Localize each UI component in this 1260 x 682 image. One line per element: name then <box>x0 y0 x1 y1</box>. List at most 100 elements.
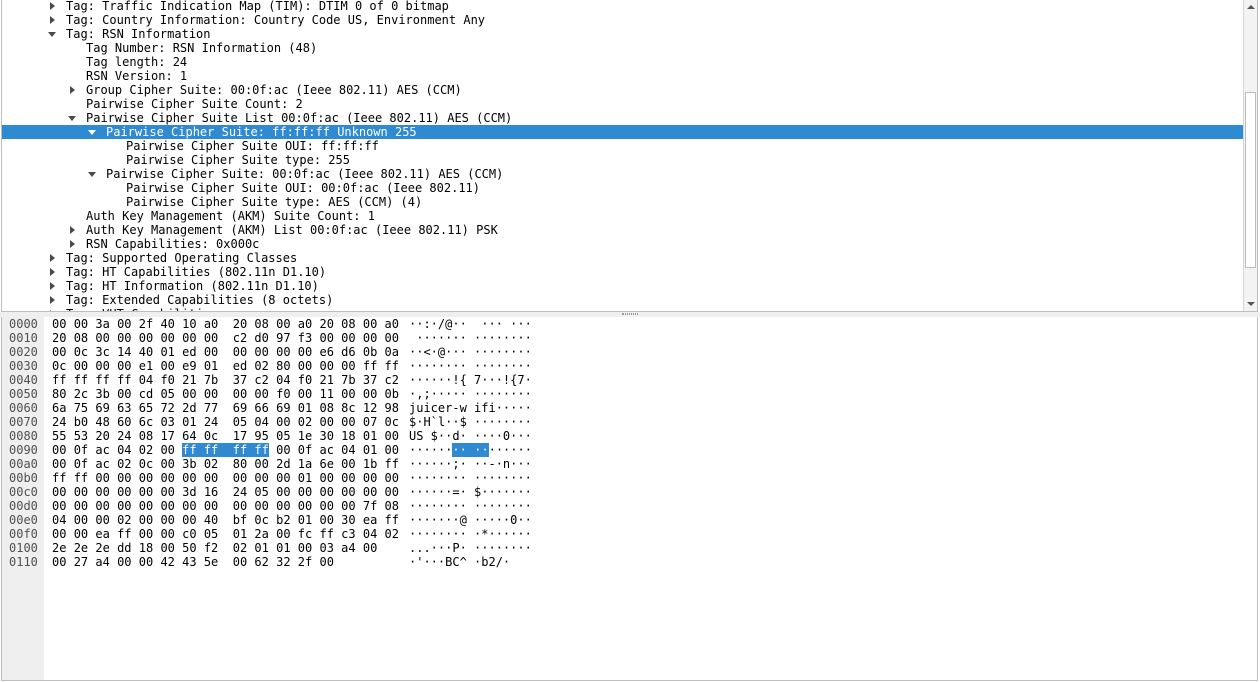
hex-ascii[interactable]: ········ ·*······ <box>409 527 532 541</box>
tree-row-label: Pairwise Cipher Suite: 00:0f:ac (Ieee 80… <box>106 167 504 181</box>
collapse-arrow-icon[interactable] <box>88 172 96 177</box>
hex-offset: 0040 <box>9 373 38 387</box>
expand-arrow-icon[interactable] <box>50 254 55 262</box>
hex-bytes[interactable]: ff ff ff ff 04 f0 21 7b 37 c2 04 f0 21 7… <box>52 373 399 387</box>
tree-row[interactable]: Pairwise Cipher Suite type: AES (CCM) (4… <box>2 195 1243 209</box>
tree-row-label: RSN Version: 1 <box>86 69 188 83</box>
hex-bytes[interactable]: 00 0c 3c 14 40 01 ed 00 00 00 00 00 e6 d… <box>52 345 399 359</box>
expand-arrow-icon[interactable] <box>70 226 75 234</box>
hex-bytes[interactable]: 04 00 00 02 00 00 00 40 bf 0c b2 01 00 3… <box>52 513 399 527</box>
expand-arrow-icon[interactable] <box>70 86 75 94</box>
tree-row[interactable]: Tag: Extended Capabilities (8 octets) <box>2 293 1243 307</box>
hex-ascii[interactable]: US $··d· ····0··· <box>409 429 532 443</box>
scrollbar-thumb[interactable] <box>1245 92 1256 268</box>
tree-row[interactable]: Pairwise Cipher Suite OUI: ff:ff:ff <box>2 139 1243 153</box>
hex-ascii[interactable]: juicer-w ifi····· <box>409 401 532 415</box>
hex-bytes[interactable]: 20 08 00 00 00 00 00 00 c2 d0 97 f3 00 0… <box>52 331 399 345</box>
hex-bytes[interactable]: 00 00 ea ff 00 00 c0 05 01 2a 00 fc ff c… <box>52 527 399 541</box>
tree-row[interactable]: Pairwise Cipher Suite List 00:0f:ac (Iee… <box>2 111 1243 125</box>
hex-ascii[interactable]: $·H`l··$ ········ <box>409 415 532 429</box>
hex-offset: 00c0 <box>9 485 38 499</box>
hex-ascii[interactable]: ·'···BC^ ·b2/· <box>409 555 510 569</box>
hex-bytes[interactable]: 2e 2e 2e dd 18 00 50 f2 02 01 01 00 03 a… <box>52 541 377 555</box>
tree-row-label: Tag: HT Information (802.11n D1.10) <box>66 279 319 293</box>
hex-offset: 0010 <box>9 331 38 345</box>
tree-row-label: Tag Number: RSN Information (48) <box>86 41 318 55</box>
expand-arrow-icon[interactable] <box>70 240 75 248</box>
tree-row[interactable]: Tag length: 24 <box>2 55 1243 69</box>
tree-row-label: Tag length: 24 <box>86 55 188 69</box>
tree-row[interactable]: Tag: Country Information: Country Code U… <box>2 13 1243 27</box>
hex-ascii[interactable]: ·,;····· ········ <box>409 387 532 401</box>
hex-bytes[interactable]: 24 b0 48 60 6c 03 01 24 05 04 00 02 00 0… <box>52 415 399 429</box>
tree-row[interactable]: Pairwise Cipher Suite Count: 2 <box>2 97 1243 111</box>
collapse-arrow-icon[interactable] <box>48 32 56 37</box>
hex-offset: 0080 <box>9 429 38 443</box>
collapse-arrow-icon[interactable] <box>68 116 76 121</box>
hex-ascii[interactable]: ······!{ 7···!{7· <box>409 373 532 387</box>
hex-bytes[interactable]: 00 00 3a 00 2f 40 10 a0 20 08 00 a0 20 0… <box>52 317 399 331</box>
tree-row[interactable]: Tag: HT Capabilities (802.11n D1.10) <box>2 265 1243 279</box>
splitter-grip-icon[interactable] <box>622 313 638 315</box>
hex-ascii[interactable]: ········ ········ <box>409 359 532 373</box>
tree-row-label: Pairwise Cipher Suite Count: 2 <box>86 97 303 111</box>
hex-offset: 00e0 <box>9 513 38 527</box>
expand-arrow-icon[interactable] <box>50 282 55 290</box>
tree-row-label: Tag: Country Information: Country Code U… <box>66 13 486 27</box>
tree-row[interactable]: RSN Version: 1 <box>2 69 1243 83</box>
tree-vertical-scrollbar[interactable] <box>1243 0 1257 311</box>
hex-bytes[interactable]: 0c 00 00 00 e1 00 e9 01 ed 02 80 00 00 0… <box>52 359 399 373</box>
tree-row[interactable]: Tag: Traffic Indication Map (TIM): DTIM … <box>2 0 1243 13</box>
hex-ascii[interactable]: ··:·/@·· ··· ··· <box>409 317 532 331</box>
hex-bytes[interactable]: 00 00 00 00 00 00 3d 16 24 05 00 00 00 0… <box>52 485 399 499</box>
tree-row[interactable]: Tag: RSN Information <box>2 27 1243 41</box>
tree-row[interactable]: Auth Key Management (AKM) Suite Count: 1 <box>2 209 1243 223</box>
tree-row[interactable]: Pairwise Cipher Suite type: 255 <box>2 153 1243 167</box>
tree-row[interactable]: Tag Number: RSN Information (48) <box>2 41 1243 55</box>
hex-offset: 0110 <box>9 555 38 569</box>
scroll-up-arrow-icon[interactable] <box>1244 0 1257 14</box>
expand-arrow-icon[interactable] <box>50 16 55 24</box>
hex-bytes[interactable]: ff ff 00 00 00 00 00 00 00 00 00 01 00 0… <box>52 471 399 485</box>
hex-bytes[interactable]: 80 2c 3b 00 cd 05 00 00 00 00 f0 00 11 0… <box>52 387 399 401</box>
tree-row[interactable]: RSN Capabilities: 0x000c <box>2 237 1243 251</box>
tree-row[interactable]: Group Cipher Suite: 00:0f:ac (Ieee 802.1… <box>2 83 1243 97</box>
hex-bytes[interactable]: 00 00 00 00 00 00 00 00 00 00 00 00 00 0… <box>52 499 399 513</box>
tree-row[interactable]: Tag: Supported Operating Classes <box>2 251 1243 265</box>
tree-row[interactable]: Pairwise Cipher Suite: 00:0f:ac (Ieee 80… <box>2 167 1243 181</box>
tree-row-label: Pairwise Cipher Suite OUI: 00:0f:ac (Iee… <box>126 181 481 195</box>
tree-row-label: Tag: RSN Information <box>66 27 211 41</box>
hex-ascii[interactable]: ······=· $······· <box>409 485 532 499</box>
hex-bytes[interactable]: 00 27 a4 00 00 42 43 5e 00 62 32 2f 00 <box>52 555 334 569</box>
tree-row-label: Tag: HT Capabilities (802.11n D1.10) <box>66 265 327 279</box>
packet-bytes-pane[interactable]: 0000 00 00 3a 00 2f 40 10 a0 20 08 00 a0 … <box>1 317 1258 681</box>
hex-offset: 0070 <box>9 415 38 429</box>
hex-ascii[interactable]: ··<·@··· ········ <box>409 345 532 359</box>
collapse-arrow-icon[interactable] <box>88 130 96 135</box>
expand-arrow-icon[interactable] <box>50 2 55 10</box>
hex-ascii[interactable]: ······· ········ <box>409 331 532 345</box>
scroll-down-arrow-icon[interactable] <box>1244 297 1257 311</box>
hex-offset: 0090 <box>9 443 38 457</box>
tree-row[interactable]: Pairwise Cipher Suite: ff:ff:ff Unknown … <box>2 125 1243 139</box>
hex-ascii[interactable]: ········ ········ <box>409 471 532 485</box>
tree-row[interactable]: Pairwise Cipher Suite OUI: 00:0f:ac (Iee… <box>2 181 1243 195</box>
tree-row-label: Tag: Supported Operating Classes <box>66 251 298 265</box>
tree-row-label: Auth Key Management (AKM) List 00:0f:ac … <box>86 223 498 237</box>
hex-offset: 00a0 <box>9 457 38 471</box>
hex-bytes[interactable]: 55 53 20 24 08 17 64 0c 17 95 05 1e 30 1… <box>52 429 399 443</box>
expand-arrow-icon[interactable] <box>50 268 55 276</box>
hex-ascii[interactable]: ········ ········ <box>409 499 532 513</box>
hex-ascii[interactable]: ······;· ··-·n··· <box>409 457 532 471</box>
hex-ascii[interactable]: ·······@ ·····0·· <box>409 513 532 527</box>
hex-ascii[interactable]: ········ ········ <box>409 443 532 457</box>
hex-ascii[interactable]: ...···P· ········ <box>409 541 532 555</box>
tree-row-label: Pairwise Cipher Suite OUI: ff:ff:ff <box>126 139 379 153</box>
tree-row[interactable]: Auth Key Management (AKM) List 00:0f:ac … <box>2 223 1243 237</box>
hex-bytes[interactable]: 00 0f ac 04 02 00 ff ff ff ff 00 0f ac 0… <box>52 443 399 457</box>
expand-arrow-icon[interactable] <box>50 296 55 304</box>
hex-bytes[interactable]: 00 0f ac 02 0c 00 3b 02 80 00 2d 1a 6e 0… <box>52 457 399 471</box>
hex-bytes[interactable]: 6a 75 69 63 65 72 2d 77 69 66 69 01 08 8… <box>52 401 399 415</box>
packet-details-tree[interactable]: Tag: Traffic Indication Map (TIM): DTIM … <box>1 0 1258 312</box>
tree-row[interactable]: Tag: HT Information (802.11n D1.10) <box>2 279 1243 293</box>
